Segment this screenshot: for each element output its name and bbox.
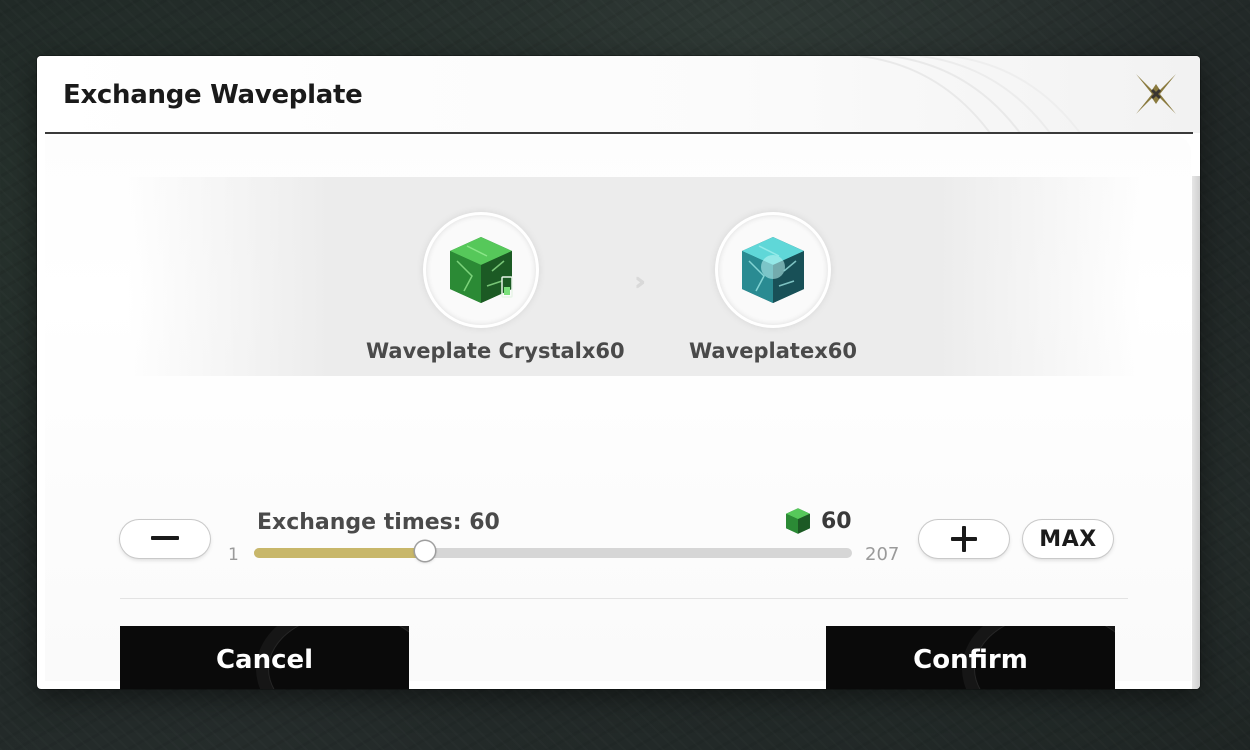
- button-decoration: [975, 626, 1115, 689]
- cancel-button[interactable]: Cancel: [120, 626, 409, 689]
- header-divider: [45, 132, 1193, 134]
- slider-min-label: 1: [228, 545, 239, 565]
- to-item: Waveplatex60: [658, 215, 888, 363]
- exchange-banner: Waveplate Crystalx60 ››› Waveplatex60: [128, 177, 1140, 376]
- green-crystal-cube-icon: [450, 237, 513, 303]
- button-decoration: [269, 626, 409, 689]
- close-x-icon: [1136, 74, 1176, 114]
- actions-divider: [120, 598, 1128, 599]
- plus-icon: [951, 526, 977, 552]
- exchange-times-slider[interactable]: [254, 541, 852, 561]
- from-item-frame: [426, 215, 536, 325]
- minus-icon: [151, 536, 179, 540]
- from-item: Waveplate Crystalx60: [366, 215, 625, 363]
- cost-value: 60: [821, 508, 852, 534]
- exchange-times-label: Exchange times: 60: [257, 510, 500, 535]
- dialog-title: Exchange Waveplate: [63, 80, 363, 110]
- exchange-waveplate-dialog: Exchange Waveplate Waveplate Crystalx60 …: [37, 56, 1200, 689]
- slider-max-label: 207: [865, 544, 900, 565]
- slider-fill: [254, 548, 425, 558]
- slider-thumb[interactable]: [415, 541, 435, 561]
- to-item-frame: [718, 215, 828, 325]
- from-item-label: Waveplate Crystalx60: [366, 339, 625, 363]
- teal-crystal-cube-icon: [742, 237, 804, 303]
- to-item-label: Waveplatex60: [689, 339, 857, 363]
- decrease-button[interactable]: [120, 520, 210, 558]
- double-chevron-right-icon: ›››: [634, 267, 647, 297]
- dialog-header: Exchange Waveplate: [37, 56, 1200, 133]
- increase-button[interactable]: [919, 520, 1009, 558]
- dialog-body: Waveplate Crystalx60 ››› Waveplatex60 Ex…: [45, 136, 1191, 689]
- max-button[interactable]: MAX: [1023, 520, 1113, 558]
- dialog-edge: [1192, 176, 1200, 689]
- cost-display: 60: [783, 506, 852, 536]
- close-button[interactable]: [1132, 70, 1180, 118]
- green-crystal-cube-icon: [786, 508, 810, 534]
- header-decoration: [859, 56, 1081, 133]
- confirm-button[interactable]: Confirm: [826, 626, 1115, 689]
